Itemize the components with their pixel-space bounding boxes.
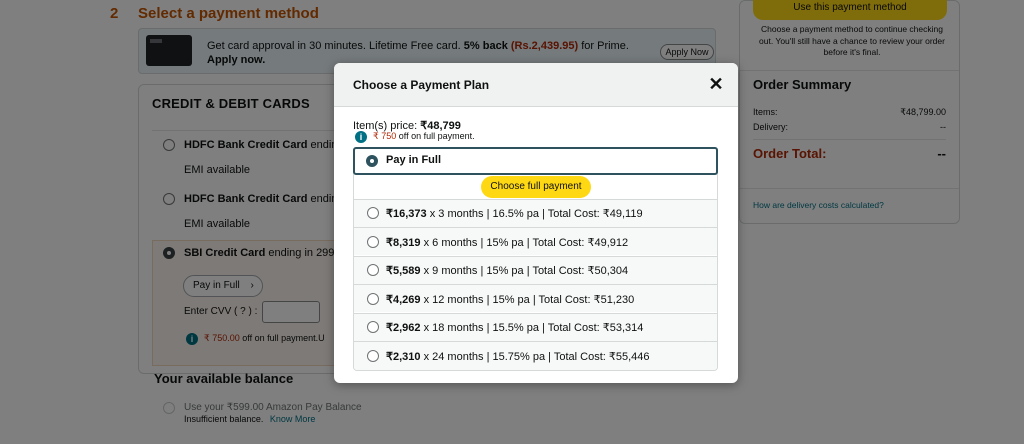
emi-plan-text: ₹5,589 x 9 months | 15% pa | Total Cost:… bbox=[386, 264, 628, 277]
emi-monthly-amount: ₹4,269 bbox=[386, 294, 421, 306]
modal-title: Choose a Payment Plan bbox=[353, 78, 490, 92]
emi-monthly-amount: ₹5,589 bbox=[386, 265, 421, 277]
emi-plan-details: x 3 months | 16.5% pa | Total Cost: ₹49,… bbox=[426, 208, 643, 220]
radio-icon[interactable] bbox=[367, 350, 379, 362]
emi-monthly-amount: ₹8,319 bbox=[386, 237, 421, 249]
emi-plan-text: ₹2,310 x 24 months | 15.75% pa | Total C… bbox=[386, 350, 650, 363]
radio-icon[interactable] bbox=[367, 264, 379, 276]
full-payment-discount: ₹ 750 off on full payment. bbox=[373, 131, 475, 142]
emi-monthly-amount: ₹2,962 bbox=[386, 322, 421, 334]
emi-plan-details: x 12 months | 15% pa | Total Cost: ₹51,2… bbox=[420, 294, 635, 306]
radio-icon[interactable] bbox=[367, 321, 379, 333]
discount-text: off on full payment. bbox=[398, 131, 475, 141]
radio-icon[interactable] bbox=[367, 207, 379, 219]
emi-plan-details: x 24 months | 15.75% pa | Total Cost: ₹5… bbox=[420, 351, 650, 363]
radio-icon[interactable] bbox=[367, 236, 379, 248]
emi-plan-text: ₹16,373 x 3 months | 16.5% pa | Total Co… bbox=[386, 207, 643, 220]
discount-amount: ₹ 750 bbox=[373, 131, 397, 141]
emi-plan-details: x 18 months | 15.5% pa | Total Cost: ₹53… bbox=[420, 322, 644, 334]
choose-full-payment-button[interactable]: Choose full payment bbox=[481, 176, 591, 198]
emi-plan-details: x 9 months | 15% pa | Total Cost: ₹50,30… bbox=[420, 265, 629, 277]
pay-in-full-option-label: Pay in Full bbox=[386, 154, 442, 166]
emi-plan-text: ₹2,962 x 18 months | 15.5% pa | Total Co… bbox=[386, 321, 643, 334]
radio-icon[interactable] bbox=[366, 155, 378, 167]
emi-monthly-amount: ₹2,310 bbox=[386, 351, 421, 363]
emi-plan-details: x 6 months | 15% pa | Total Cost: ₹49,91… bbox=[420, 237, 629, 249]
checkout-page: 2 Select a payment method Get card appro… bbox=[0, 0, 1024, 444]
info-icon: i bbox=[355, 131, 367, 143]
emi-plan-text: ₹4,269 x 12 months | 15% pa | Total Cost… bbox=[386, 293, 634, 306]
radio-icon[interactable] bbox=[367, 293, 379, 305]
emi-monthly-amount: ₹16,373 bbox=[386, 208, 427, 220]
emi-plan-text: ₹8,319 x 6 months | 15% pa | Total Cost:… bbox=[386, 236, 628, 249]
close-icon[interactable]: ✕ bbox=[706, 74, 726, 94]
